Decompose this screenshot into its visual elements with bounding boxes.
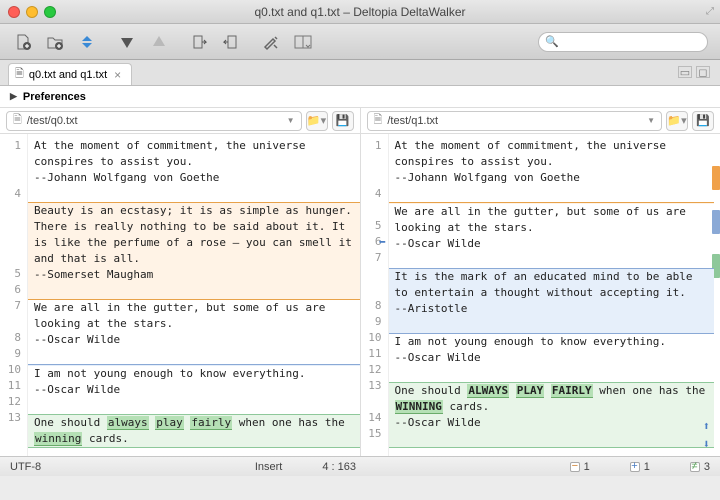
added-count: 1 bbox=[630, 461, 650, 473]
window-controls bbox=[8, 6, 56, 18]
preferences-label: Preferences bbox=[23, 91, 86, 103]
tab-bar: 🗎 q0.txt and q1.txt × ▭ ◻ bbox=[0, 60, 720, 86]
resize-icon: ⤢ bbox=[706, 6, 714, 17]
browse-left-button[interactable]: 📁▾ bbox=[306, 111, 328, 131]
minus-icon bbox=[570, 462, 580, 472]
right-path-text: /test/q1.txt bbox=[387, 115, 438, 127]
insert-mode-label[interactable]: Insert bbox=[255, 461, 283, 473]
marker-changed[interactable] bbox=[712, 166, 720, 190]
new-file-button[interactable] bbox=[12, 31, 34, 53]
left-path-field[interactable]: 🗎 /test/q0.txt ▼ bbox=[6, 111, 302, 131]
left-path-text: /test/q0.txt bbox=[27, 115, 78, 127]
copy-right-button[interactable] bbox=[188, 31, 210, 53]
copy-left-button[interactable] bbox=[220, 31, 242, 53]
marker-added[interactable] bbox=[712, 210, 720, 234]
right-pane: 🗎 /test/q1.txt ▼ 📁▾ 💾 1 4 56 7 89 1011 1… bbox=[361, 108, 720, 456]
diff-block-modified: One should ALWAYS PLAY FAIRLY when one h… bbox=[389, 382, 715, 448]
zoom-window-button[interactable] bbox=[44, 6, 56, 18]
encoding-label[interactable]: UTF-8 bbox=[10, 461, 41, 473]
diff-view: 🗎 /test/q0.txt ▼ 📁▾ 💾 1 4 56 7 89 1011 1… bbox=[0, 108, 720, 456]
dropdown-icon: ▼ bbox=[647, 116, 655, 125]
right-filebar: 🗎 /test/q1.txt ▼ 📁▾ 💾 bbox=[361, 108, 720, 134]
search-icon: 🔍 bbox=[545, 35, 559, 48]
minimize-view-button[interactable]: ▭ bbox=[678, 66, 692, 78]
close-tab-button[interactable]: × bbox=[112, 68, 123, 82]
cursor-position: 4 : 163 bbox=[322, 461, 356, 473]
removed-count: 1 bbox=[570, 461, 590, 473]
left-code: At the moment of commitment, the univers… bbox=[28, 134, 360, 456]
save-right-button[interactable]: 💾 bbox=[692, 111, 714, 131]
sync-button[interactable] bbox=[76, 31, 98, 53]
file-icon: 🗎 bbox=[13, 111, 22, 130]
diff-block-modified: One should always play fairly when one h… bbox=[28, 414, 360, 448]
nav-up-icon[interactable]: ⬆ bbox=[703, 418, 710, 434]
right-nav-arrows: ⬆ ⬇ bbox=[703, 418, 710, 452]
window-title: q0.txt and q1.txt – Deltopia DeltaWalker bbox=[0, 5, 720, 19]
left-editor[interactable]: 1 4 56 7 89 1011 1213 At the moment of c… bbox=[0, 134, 360, 456]
next-diff-button[interactable] bbox=[116, 31, 138, 53]
layout-button[interactable] bbox=[292, 31, 314, 53]
main-toolbar: 🔍 bbox=[0, 24, 720, 60]
prev-diff-button[interactable] bbox=[148, 31, 170, 53]
changed-count: 3 bbox=[690, 461, 710, 473]
preferences-bar[interactable]: ▶ Preferences bbox=[0, 86, 720, 108]
document-icon: 🗎 bbox=[15, 65, 24, 84]
right-code: ⬅ At the moment of commitment, the unive… bbox=[389, 134, 713, 456]
diff-block-changed: Beauty is an ecstasy; it is as simple as… bbox=[28, 202, 360, 300]
notequal-icon bbox=[690, 462, 700, 472]
merge-left-icon[interactable]: ⬅ bbox=[379, 234, 386, 250]
tab-label: q0.txt and q1.txt bbox=[29, 69, 107, 81]
new-folder-button[interactable] bbox=[44, 31, 66, 53]
left-gutter: 1 4 56 7 89 1011 1213 bbox=[0, 134, 28, 456]
expand-icon: ▶ bbox=[10, 91, 17, 102]
browse-right-button[interactable]: 📁▾ bbox=[666, 111, 688, 131]
document-tab[interactable]: 🗎 q0.txt and q1.txt × bbox=[8, 63, 132, 85]
titlebar: q0.txt and q1.txt – Deltopia DeltaWalker… bbox=[0, 0, 720, 24]
dropdown-icon: ▼ bbox=[287, 116, 295, 125]
settings-button[interactable] bbox=[260, 31, 282, 53]
right-editor[interactable]: 1 4 56 7 89 1011 1213 1415 ⬅ At the mome… bbox=[361, 134, 720, 456]
search-field[interactable]: 🔍 bbox=[538, 32, 708, 52]
maximize-view-button[interactable]: ◻ bbox=[696, 66, 710, 78]
right-gutter: 1 4 56 7 89 1011 1213 1415 bbox=[361, 134, 389, 456]
plus-icon bbox=[630, 462, 640, 472]
right-path-field[interactable]: 🗎 /test/q1.txt ▼ bbox=[367, 111, 663, 131]
save-left-button[interactable]: 💾 bbox=[332, 111, 354, 131]
file-icon: 🗎 bbox=[374, 111, 383, 130]
left-filebar: 🗎 /test/q0.txt ▼ 📁▾ 💾 bbox=[0, 108, 360, 134]
diff-block-added: It is the mark of an educated mind to be… bbox=[389, 268, 715, 334]
minimize-window-button[interactable] bbox=[26, 6, 38, 18]
close-window-button[interactable] bbox=[8, 6, 20, 18]
status-bar: UTF-8 Insert 4 : 163 1 1 3 bbox=[0, 456, 720, 476]
left-pane: 🗎 /test/q0.txt ▼ 📁▾ 💾 1 4 56 7 89 1011 1… bbox=[0, 108, 361, 456]
nav-down-icon[interactable]: ⬇ bbox=[703, 436, 710, 452]
